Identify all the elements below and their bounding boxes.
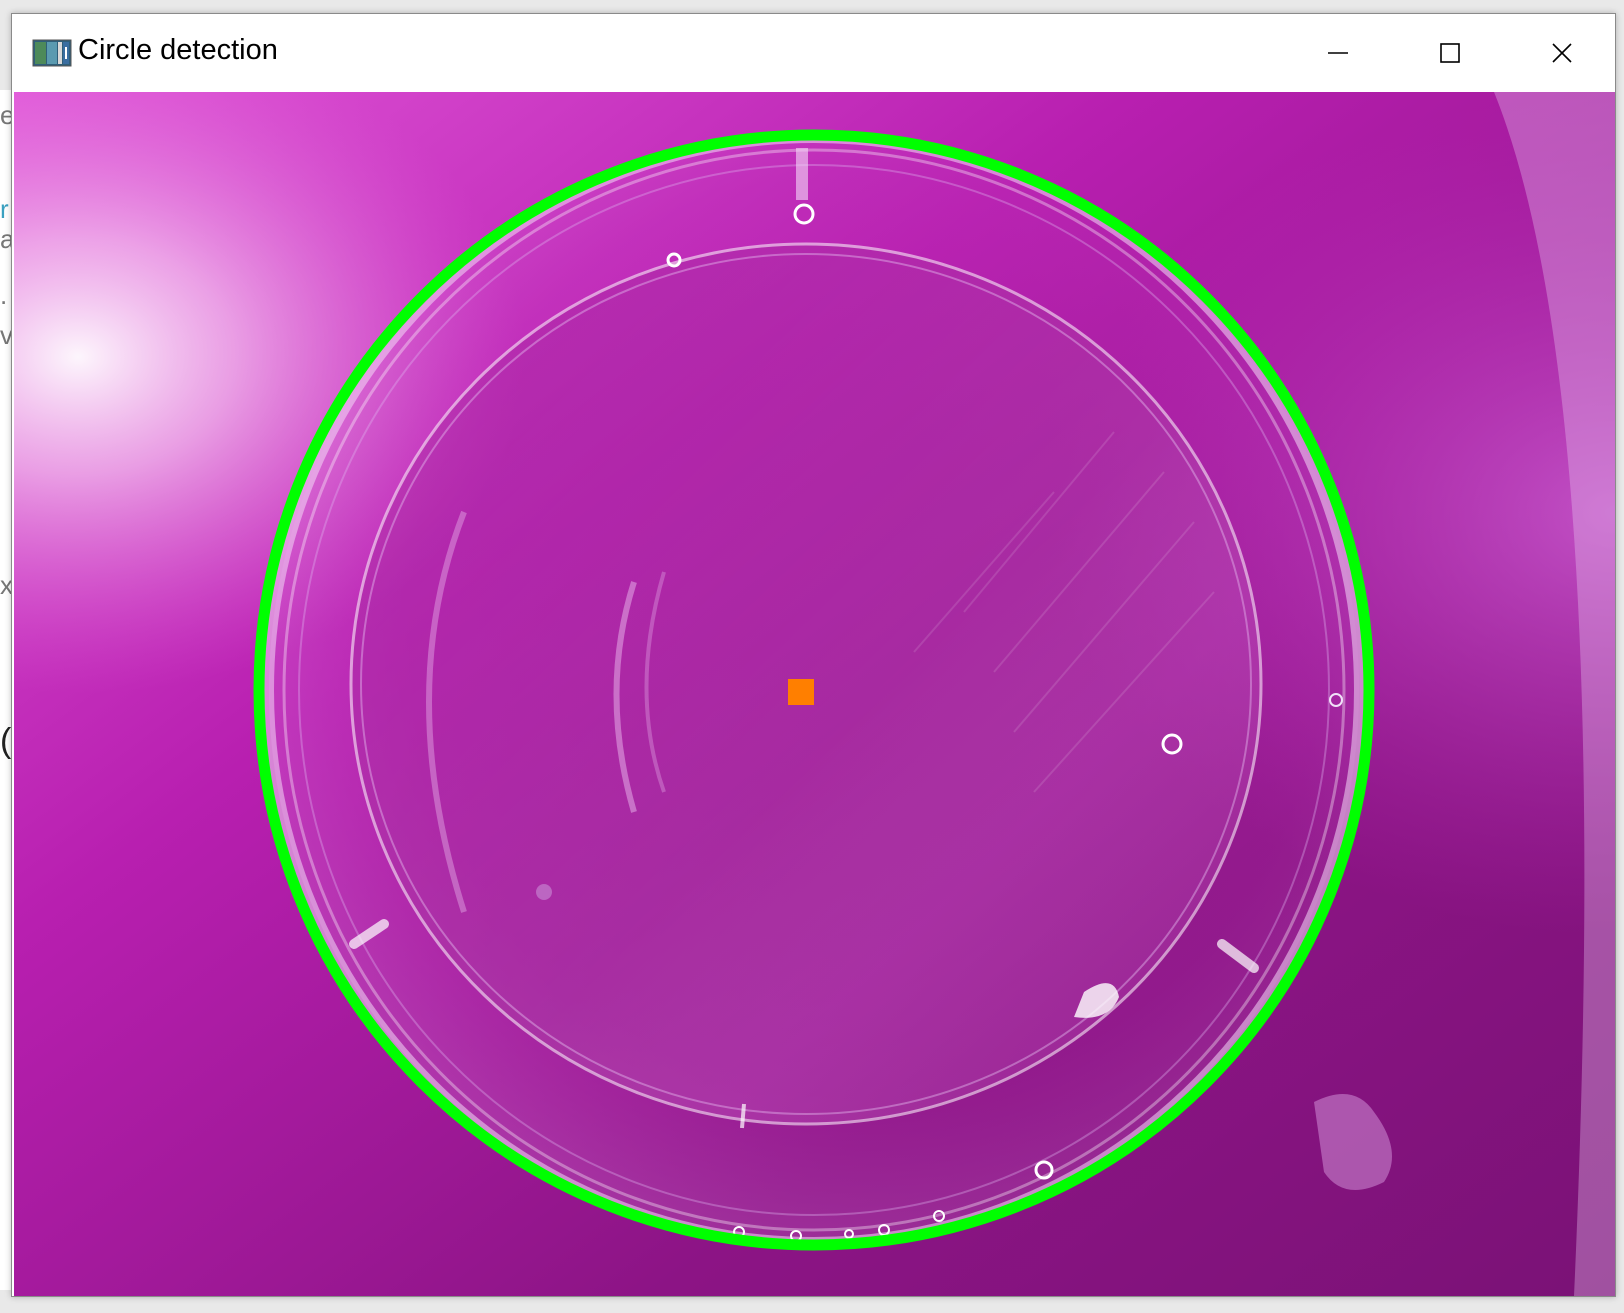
background-text-fragment: r <box>0 194 9 224</box>
circle-detection-window[interactable]: Circle detection <box>11 13 1616 1297</box>
petri-dish-image <box>14 92 1615 1296</box>
minimize-button[interactable] <box>1282 14 1394 91</box>
close-button[interactable] <box>1506 14 1618 91</box>
maximize-button[interactable] <box>1394 14 1506 91</box>
minimize-icon <box>1328 51 1348 54</box>
background-text-fragment: ( <box>0 722 12 760</box>
close-icon <box>1552 42 1572 63</box>
image-display[interactable] <box>14 92 1615 1296</box>
window-titlebar[interactable]: Circle detection <box>12 14 1615 91</box>
background-text-fragment: . <box>0 280 8 310</box>
window-title: Circle detection <box>78 34 278 66</box>
maximize-icon <box>1440 42 1460 63</box>
opencv-window-icon <box>32 39 72 67</box>
circle-center-marker <box>788 679 814 705</box>
